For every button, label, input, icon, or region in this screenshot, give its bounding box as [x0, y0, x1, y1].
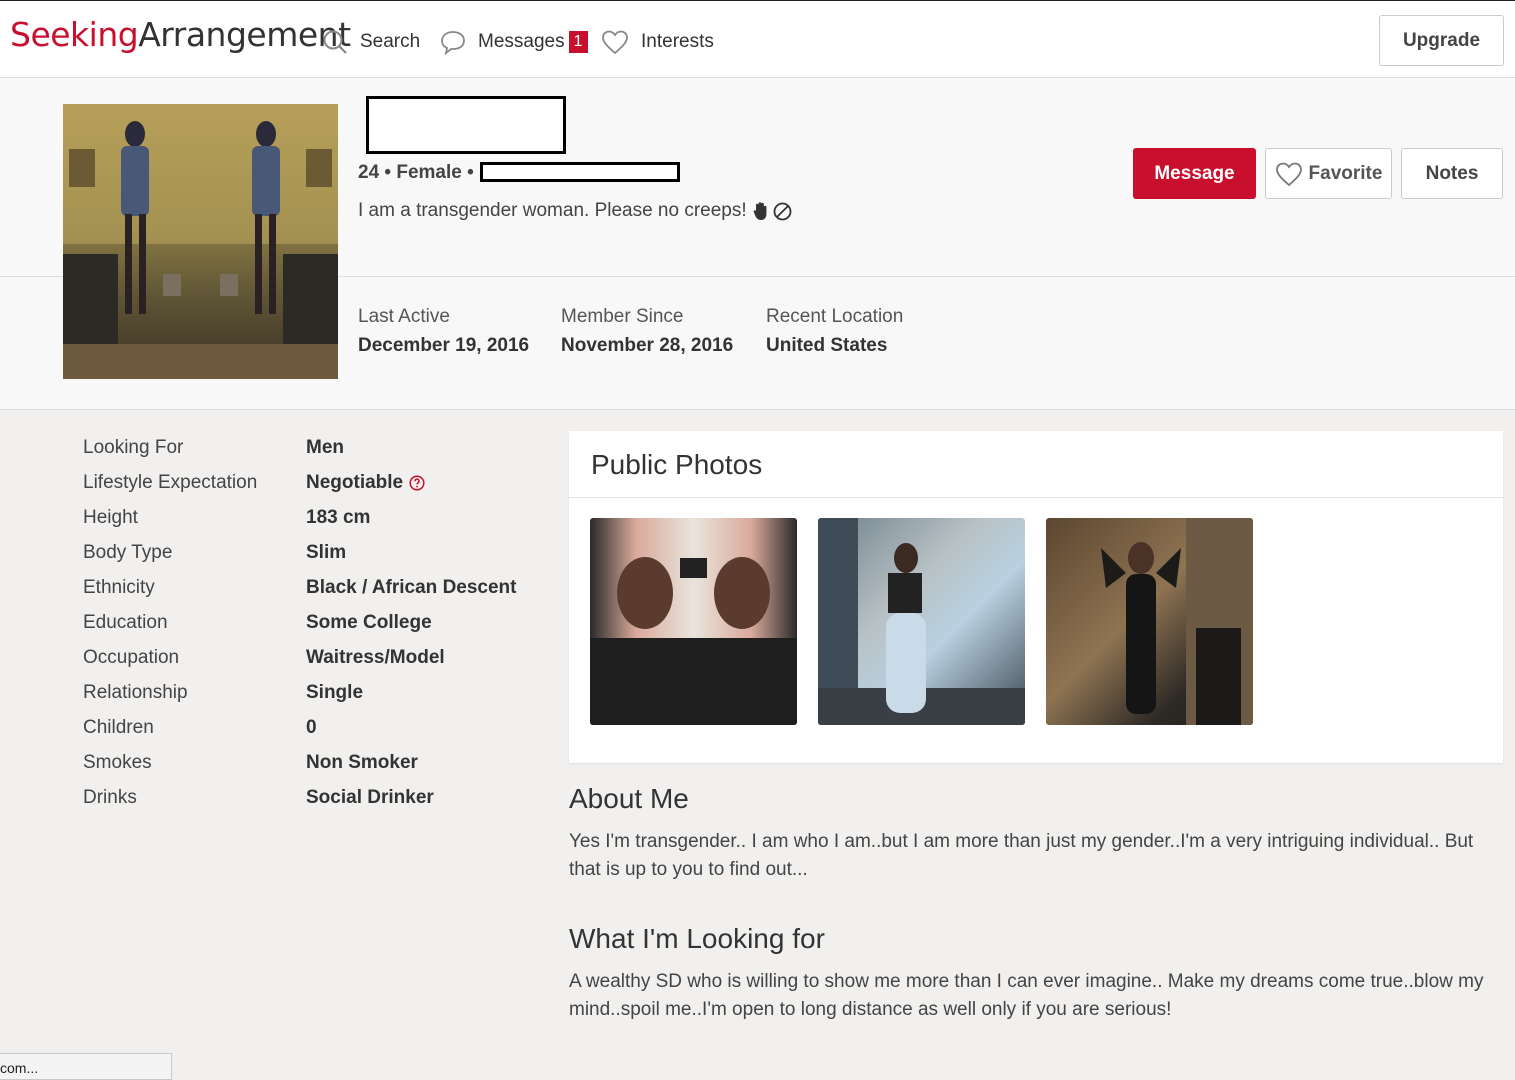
looking-for-text: A wealthy SD who is willing to show me m… — [569, 971, 1484, 1020]
detail-row: Smokes Non Smoker — [83, 746, 543, 781]
stat-member-since: Member Since November 28, 2016 — [561, 306, 733, 357]
nav-interests[interactable]: Interests — [601, 27, 714, 57]
stat-recent-location-value: United States — [766, 335, 888, 356]
detail-value: Slim — [306, 541, 347, 563]
detail-label: Height — [83, 506, 138, 528]
nav-search[interactable]: Search — [322, 27, 420, 57]
nav-search-label: Search — [360, 31, 421, 52]
top-navbar: SeekingArrangement Search Messages 1 Int… — [0, 0, 1515, 78]
photo-image — [590, 557, 797, 725]
photo-image — [818, 518, 1025, 725]
detail-row: Ethnicity Black / African Descent — [83, 570, 543, 605]
raised-hand-icon — [753, 202, 767, 220]
detail-value: 183 cm — [306, 506, 371, 528]
help-icon[interactable] — [409, 475, 425, 491]
looking-for-heading: What I'm Looking for — [569, 923, 825, 954]
favorite-button-label: Favorite — [1308, 162, 1383, 184]
detail-value: 0 — [306, 717, 317, 739]
detail-value: Black / African Descent — [306, 576, 517, 598]
detail-label: Drinks — [83, 787, 137, 809]
detail-label: Smokes — [83, 752, 152, 774]
public-photos-card: Public Photos — [569, 431, 1503, 763]
nav-messages[interactable]: Messages 1 — [440, 27, 588, 57]
detail-row: Looking For Men — [83, 430, 543, 465]
detail-value-wrap: Negotiable — [306, 472, 425, 494]
detail-label: Relationship — [83, 682, 188, 704]
about-me-text: Yes I'm transgender.. I am who I am..but… — [569, 831, 1474, 880]
detail-row: Height 183 cm — [83, 500, 543, 535]
stat-recent-location: Recent Location United States — [766, 306, 903, 357]
stat-last-active-value: December 19, 2016 — [358, 335, 530, 356]
detail-label: Children — [83, 717, 154, 739]
detail-value: Non Smoker — [306, 752, 418, 774]
divider — [569, 497, 1503, 498]
logo-arrangement: Arrangement — [138, 15, 351, 54]
detail-row: Occupation Waitress/Model — [83, 641, 543, 676]
favorite-button[interactable]: Favorite — [1265, 148, 1392, 199]
heart-outline-icon — [1275, 162, 1302, 186]
chat-bubble-icon — [441, 31, 465, 55]
logo-seeking: Seeking — [10, 15, 139, 54]
browser-status-bar: com... — [0, 1053, 172, 1080]
detail-value: Men — [306, 436, 344, 458]
detail-value: Single — [306, 682, 364, 704]
public-photo-thumbnail[interactable] — [818, 518, 1025, 725]
detail-label: Looking For — [83, 436, 184, 458]
notes-button[interactable]: Notes — [1401, 148, 1503, 199]
stat-recent-location-label: Recent Location — [766, 306, 904, 327]
profile-avatar-photo[interactable] — [63, 104, 338, 379]
no-entry-icon — [773, 202, 792, 220]
stat-last-active-label: Last Active — [358, 306, 450, 327]
detail-label: Body Type — [83, 541, 173, 563]
detail-label: Ethnicity — [83, 576, 155, 598]
detail-value: Some College — [306, 612, 432, 634]
site-logo[interactable]: SeekingArrangement — [10, 15, 351, 54]
stat-last-active: Last Active December 19, 2016 — [358, 306, 529, 357]
detail-row: Lifestyle Expectation Negotiable — [83, 465, 543, 500]
search-icon — [323, 30, 347, 54]
detail-value: Waitress/Model — [306, 647, 445, 669]
profile-age-gender: 24 • Female • — [358, 162, 474, 183]
detail-row: Drinks Social Drinker — [83, 781, 543, 816]
detail-row: Education Some College — [83, 605, 543, 640]
public-photos-title: Public Photos — [591, 449, 763, 480]
public-photo-thumbnail[interactable] — [1046, 518, 1253, 725]
profile-details-list: Looking For Men Lifestyle Expectation Nego… — [83, 430, 543, 816]
detail-label: Lifestyle Expectation — [83, 471, 258, 493]
detail-row: Relationship Single — [83, 676, 543, 711]
stat-member-since-label: Member Since — [561, 306, 684, 327]
profile-tagline: I am a transgender woman. Please no cree… — [358, 200, 792, 222]
messages-count-badge: 1 — [568, 31, 588, 53]
upgrade-button[interactable]: Upgrade — [1379, 15, 1504, 66]
about-me-heading: About Me — [569, 783, 689, 814]
photo-image — [1101, 518, 1253, 725]
public-photo-thumbnail[interactable] — [590, 518, 797, 725]
redacted-username — [366, 96, 566, 154]
detail-row: Body Type Slim — [83, 535, 543, 570]
detail-value: Negotiable — [306, 471, 404, 493]
nav-messages-label: Messages — [478, 31, 565, 52]
profile-tagline-text: I am a transgender woman. Please no cree… — [358, 200, 747, 221]
message-button[interactable]: Message — [1133, 148, 1256, 199]
detail-value: Social Drinker — [306, 787, 434, 809]
redacted-location — [480, 162, 680, 182]
detail-label: Occupation — [83, 647, 180, 669]
nav-interests-label: Interests — [641, 31, 714, 52]
avatar-image — [63, 104, 338, 379]
stat-member-since-value: November 28, 2016 — [561, 335, 734, 356]
detail-label: Education — [83, 612, 168, 634]
heart-icon — [602, 30, 628, 55]
detail-row: Children 0 — [83, 711, 543, 746]
